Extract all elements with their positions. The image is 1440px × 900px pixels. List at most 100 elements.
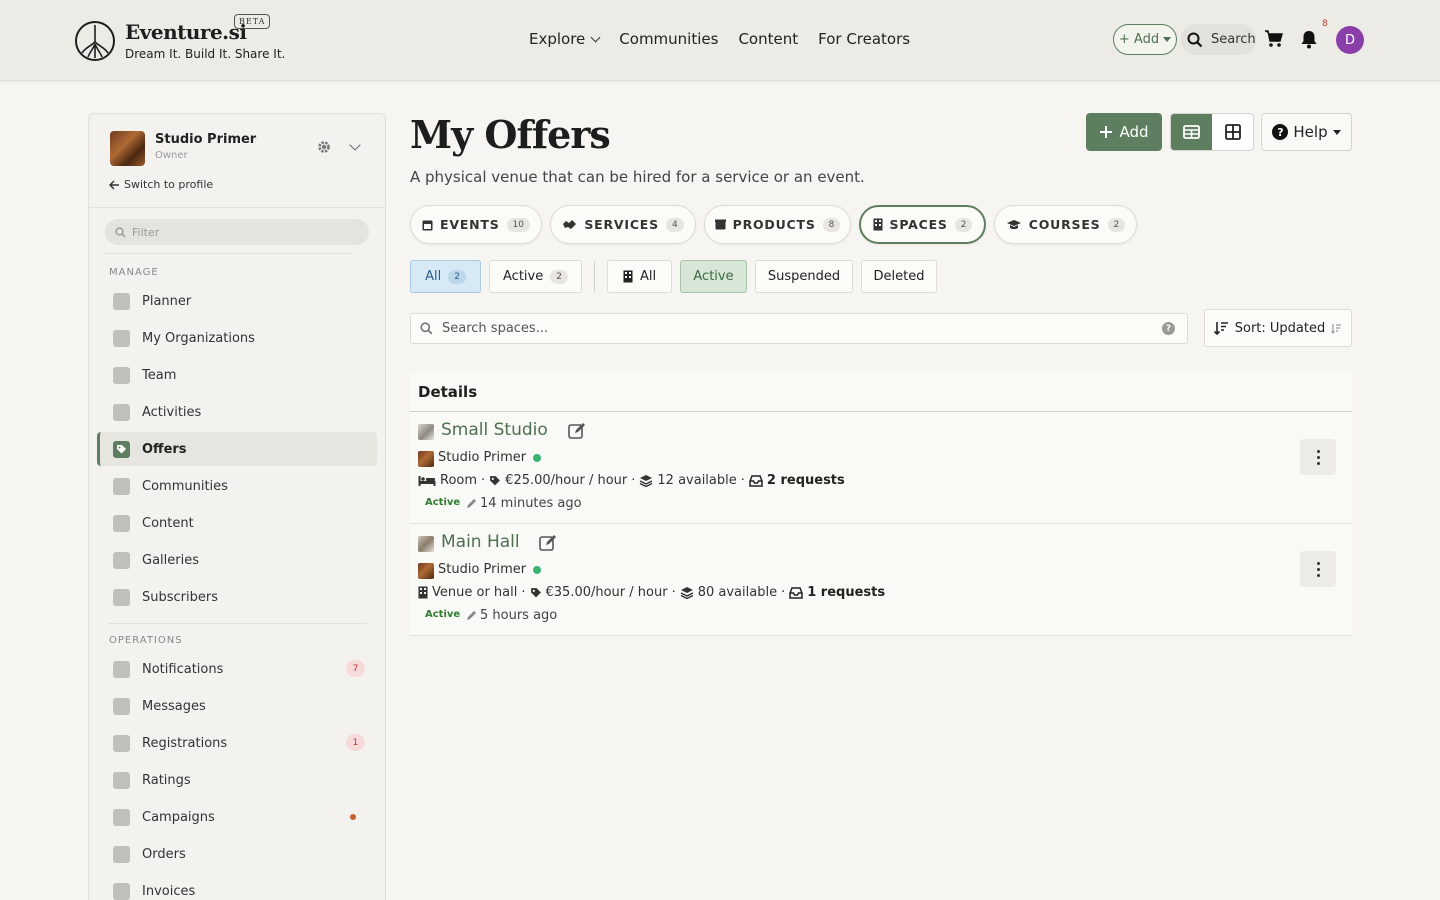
- header-add-label: + Add: [1118, 32, 1160, 47]
- table-icon: [1183, 125, 1200, 139]
- tab-events[interactable]: EVENTS 10: [410, 205, 542, 244]
- edit-icon[interactable]: [568, 422, 586, 440]
- nav-content[interactable]: Content: [738, 30, 798, 48]
- sidebar-item-label: Campaigns: [142, 809, 215, 825]
- sidebar-item-planner[interactable]: Planner: [97, 284, 377, 318]
- sidebar-item-galleries[interactable]: Galleries: [97, 543, 377, 577]
- sort-button[interactable]: Sort: Updated: [1204, 309, 1352, 347]
- sidebar-item-orders[interactable]: Orders: [97, 837, 377, 871]
- sidebar-item-label: My Organizations: [142, 330, 255, 346]
- bell-icon[interactable]: [1300, 30, 1318, 49]
- status-badge: Active: [425, 609, 461, 620]
- sort-desc-icon: [1213, 322, 1228, 335]
- table-view-button[interactable]: [1171, 114, 1212, 150]
- grid-view-button[interactable]: [1212, 114, 1253, 150]
- nav-communities[interactable]: Communities: [619, 30, 718, 48]
- page-title: My Offers: [410, 112, 611, 157]
- edit-icon[interactable]: [539, 534, 557, 552]
- sidebar-item-my-organizations[interactable]: My Organizations: [97, 321, 377, 355]
- offer-organization[interactable]: Studio Primer: [438, 450, 542, 465]
- tab-spaces[interactable]: SPACES 2: [859, 205, 986, 244]
- tab-count: 4: [665, 217, 684, 232]
- sidebar-item-communities[interactable]: Communities: [97, 469, 377, 503]
- header-add-button[interactable]: + Add: [1113, 24, 1177, 55]
- filter-all-offers[interactable]: All 2: [410, 260, 481, 293]
- nav-explore[interactable]: Explore: [529, 30, 601, 48]
- building-icon: [418, 586, 428, 599]
- sidebar-item-campaigns[interactable]: Campaigns: [97, 800, 377, 834]
- space-thumbnail[interactable]: [418, 536, 434, 552]
- sort-label: Sort: Updated: [1234, 320, 1326, 336]
- sidebar-item-registrations[interactable]: Registrations 1: [97, 726, 377, 760]
- question-circle-icon[interactable]: ?: [1162, 322, 1175, 335]
- switch-to-profile-link[interactable]: Switch to profile: [109, 178, 213, 191]
- org-name[interactable]: Studio Primer: [155, 132, 256, 147]
- bag-icon: [113, 845, 130, 863]
- nav-for-creators[interactable]: For Creators: [818, 30, 910, 48]
- graduation-cap-icon: [1006, 220, 1021, 230]
- offer-organization-name: Studio Primer: [438, 562, 527, 577]
- tree-logo-icon[interactable]: [74, 20, 116, 62]
- section-label-operations: OPERATIONS: [109, 635, 183, 646]
- top-navigation-bar: Eventure.si BETA Dream It. Build It. Sha…: [0, 0, 1440, 81]
- tab-products[interactable]: PRODUCTS 8: [704, 205, 851, 244]
- filter-status-active[interactable]: Active: [680, 260, 747, 293]
- cart-icon[interactable]: [1264, 30, 1284, 48]
- sidebar-item-messages[interactable]: Messages: [97, 689, 377, 723]
- filter-status-deleted[interactable]: Deleted: [861, 260, 937, 293]
- bed-icon: [418, 475, 436, 486]
- sidebar-item-label: Orders: [142, 846, 186, 862]
- add-offer-button[interactable]: Add: [1086, 113, 1162, 151]
- tab-count: 2: [1107, 217, 1126, 232]
- space-thumbnail[interactable]: [418, 424, 434, 440]
- org-avatar[interactable]: [110, 131, 145, 166]
- offer-title-link[interactable]: Small Studio: [441, 420, 548, 440]
- filter-org-all-label: All: [639, 269, 657, 284]
- sidebar-item-team[interactable]: Team: [97, 358, 377, 392]
- sidebar-item-label: Communities: [142, 478, 228, 494]
- caret-down-icon: [1163, 37, 1172, 42]
- row-actions-menu-button[interactable]: [1300, 439, 1336, 475]
- header-search-button[interactable]: Search: [1181, 24, 1256, 55]
- sidebar-filter-input[interactable]: Filter: [105, 219, 369, 245]
- sidebar-item-content[interactable]: Content: [97, 506, 377, 540]
- table-row: Small Studio Studio Primer Room · €25.00/…: [410, 412, 1352, 524]
- envelope-icon: [113, 697, 130, 715]
- campaigns-indicator-dot: [350, 814, 356, 820]
- sidebar-item-activities[interactable]: Activities: [97, 395, 377, 429]
- gear-icon[interactable]: [317, 140, 331, 154]
- building-icon: [113, 329, 130, 347]
- search-spaces-input[interactable]: Search spaces... ?: [410, 313, 1188, 344]
- brand-name[interactable]: Eventure.si: [125, 20, 247, 44]
- offer-requests[interactable]: 1 requests: [807, 585, 885, 600]
- meta-separator: ·: [781, 585, 786, 600]
- search-icon: [115, 226, 126, 238]
- user-avatar[interactable]: D: [1336, 26, 1364, 54]
- filter-org-all[interactable]: All: [607, 260, 672, 293]
- offer-title-link[interactable]: Main Hall: [441, 532, 520, 552]
- offer-organization[interactable]: Studio Primer: [438, 562, 542, 577]
- divider: [89, 207, 385, 208]
- filter-active-offers[interactable]: Active 2: [489, 260, 582, 293]
- people-icon: [113, 477, 130, 495]
- offer-requests[interactable]: 2 requests: [767, 473, 845, 488]
- tab-courses[interactable]: COURSES 2: [994, 205, 1137, 244]
- pencil-icon: [467, 611, 476, 620]
- sidebar-item-offers[interactable]: Offers: [97, 432, 377, 466]
- sidebar-item-subscribers[interactable]: Subscribers: [97, 580, 377, 614]
- filter-status-suspended[interactable]: Suspended: [755, 260, 853, 293]
- help-button[interactable]: ? Help: [1261, 113, 1352, 151]
- chevron-down-icon[interactable]: [349, 139, 361, 151]
- meta-separator: ·: [671, 585, 676, 600]
- inbox-icon: [789, 586, 803, 599]
- sidebar-item-ratings[interactable]: Ratings: [97, 763, 377, 797]
- filter-active-label: Active: [503, 269, 544, 284]
- row-actions-menu-button[interactable]: [1300, 551, 1336, 587]
- sidebar-item-notifications[interactable]: Notifications 7: [97, 652, 377, 686]
- offer-meta: Venue or hall · €35.00/hour / hour · 80 av…: [418, 585, 885, 600]
- sidebar-item-invoices[interactable]: Invoices: [97, 874, 377, 900]
- search-icon: [1187, 32, 1203, 47]
- sidebar-item-label: Offers: [142, 441, 187, 457]
- add-offer-label: Add: [1119, 123, 1149, 141]
- tab-services[interactable]: SERVICES 4: [550, 205, 696, 244]
